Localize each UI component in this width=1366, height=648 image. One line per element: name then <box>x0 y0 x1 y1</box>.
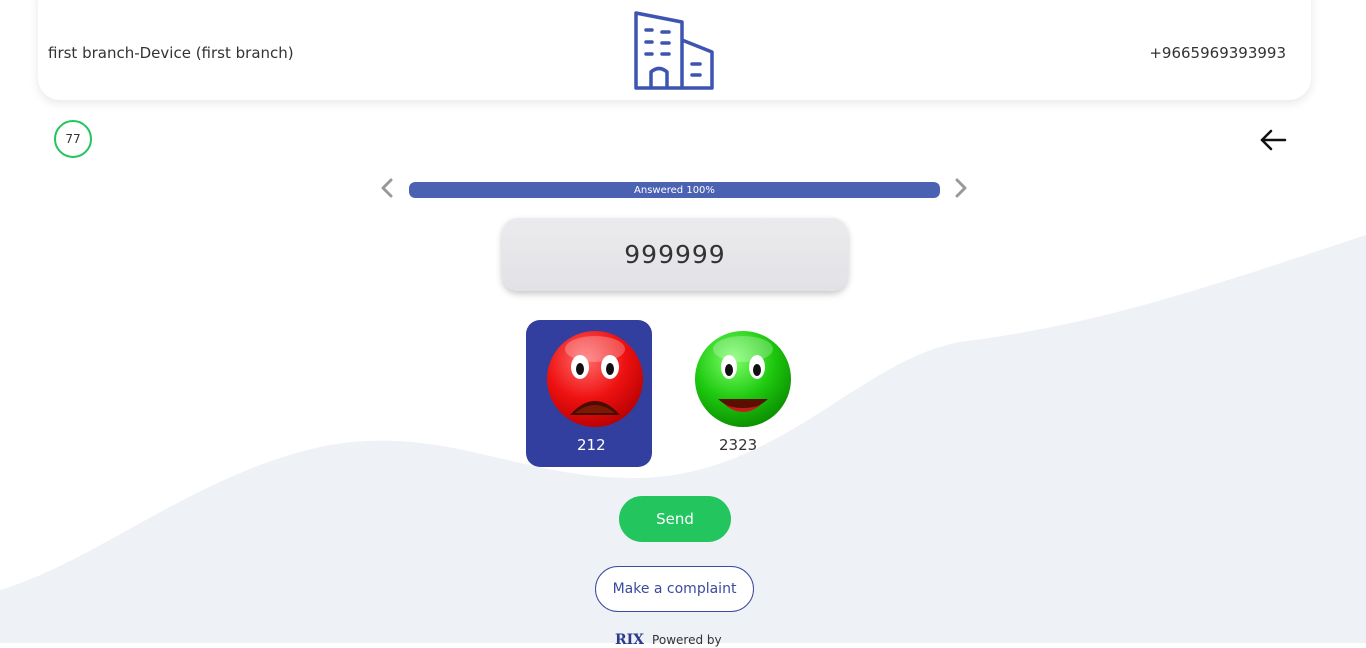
arrow-left-icon[interactable] <box>1259 127 1287 153</box>
phone-number: +9665969393993 <box>1149 44 1286 62</box>
chevron-right-icon[interactable] <box>952 177 970 199</box>
option-label: 212 <box>577 436 606 454</box>
footer-text: Powered by <box>652 633 722 647</box>
happy-face-icon <box>695 331 791 427</box>
counter-value: 77 <box>65 132 81 146</box>
footer: RIX Powered by <box>615 632 722 648</box>
building-icon <box>634 11 714 90</box>
make-complaint-button[interactable]: Make a complaint <box>595 566 754 612</box>
question-text: 999999 <box>502 218 848 291</box>
sad-face-icon <box>547 331 643 427</box>
send-button[interactable]: Send <box>619 496 731 542</box>
progress-label: Answered 100% <box>634 184 715 196</box>
option-sad[interactable]: 212 <box>526 320 652 467</box>
chevron-left-icon[interactable] <box>378 177 396 199</box>
header-bar: first branch-Device (first branch) +9665… <box>38 0 1311 100</box>
option-label: 2323 <box>719 436 758 454</box>
footer-logo: RIX <box>615 632 645 648</box>
progress-bar: Answered 100% <box>409 182 940 198</box>
branch-name: first branch-Device (first branch) <box>48 44 294 62</box>
option-happy[interactable]: 2323 <box>675 320 801 467</box>
counter-badge: 77 <box>54 120 92 158</box>
